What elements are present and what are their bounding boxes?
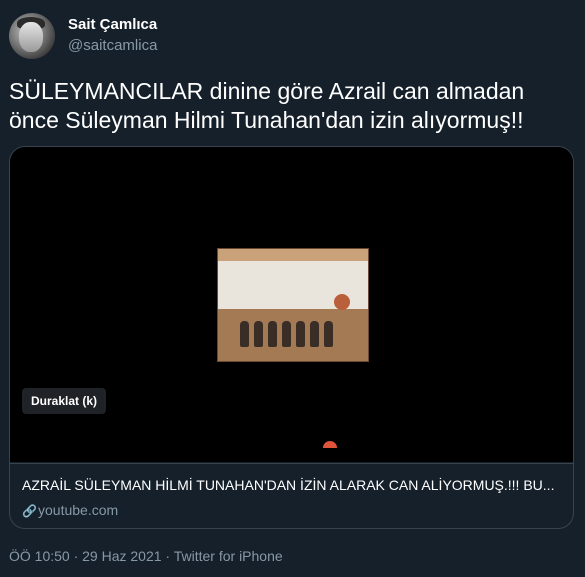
link-icon: 🔗 — [22, 504, 37, 518]
thumbnail-figure — [324, 321, 333, 347]
tweet-meta: ÖÖ 10:50 · 29 Haz 2021 · Twitter for iPh… — [9, 548, 283, 564]
author-handle[interactable]: @saitcamlica — [68, 37, 157, 54]
card-link[interactable]: 🔗youtube.com — [22, 502, 118, 518]
thumbnail-figure — [282, 321, 291, 347]
thumbnail-figure — [310, 321, 319, 347]
thumbnail-figure — [296, 321, 305, 347]
author-avatar[interactable] — [9, 13, 55, 59]
media-card[interactable]: Duraklat (k) AZRAİL SÜLEYMAN HİLMİ TUNAH… — [9, 146, 574, 529]
pause-button[interactable]: Duraklat (k) — [22, 388, 107, 414]
thumbnail-figure — [240, 321, 249, 347]
seek-indicator[interactable] — [323, 441, 337, 448]
card-title[interactable]: AZRAİL SÜLEYMAN HİLMİ TUNAHAN'DAN İZİN A… — [22, 477, 562, 493]
video-thumbnail — [217, 248, 369, 362]
author-name[interactable]: Sait Çamlıca — [68, 16, 157, 33]
thumbnail-figure — [254, 321, 263, 347]
tweet-text: SÜLEYMANCILAR dinine göre Azrail can alm… — [9, 78, 525, 133]
card-info[interactable]: AZRAİL SÜLEYMAN HİLMİ TUNAHAN'DAN İZİN A… — [10, 463, 573, 528]
avatar-face — [19, 22, 43, 52]
video-player[interactable]: Duraklat (k) — [10, 147, 573, 462]
thumbnail-figure — [268, 321, 277, 347]
card-link-text: youtube.com — [38, 502, 119, 518]
thumbnail-wall-plate — [334, 294, 350, 310]
